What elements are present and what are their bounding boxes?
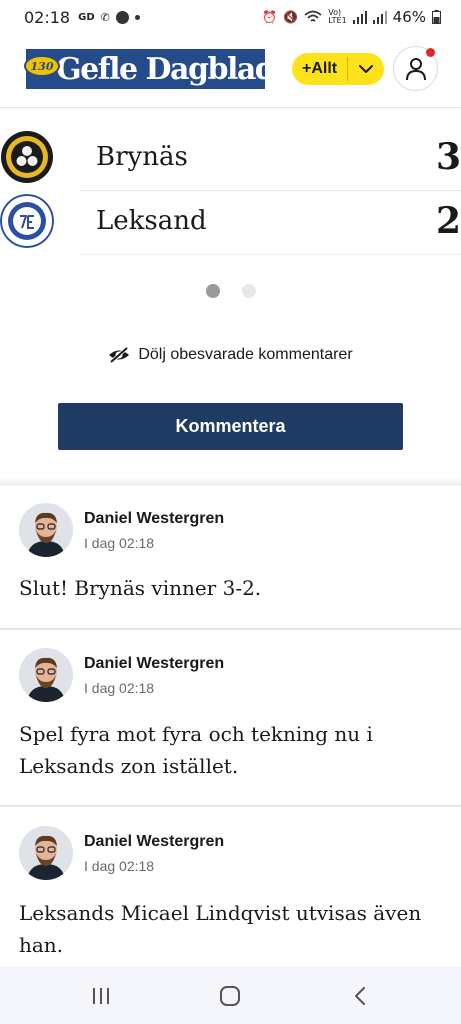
leksand-logo	[0, 194, 54, 248]
mute-icon: 🔇	[283, 10, 299, 24]
comment-item: Daniel Westergren I dag 02:18 Slut! Bryn…	[0, 486, 461, 630]
scoreboard-bottom-divider	[80, 254, 461, 255]
author-avatar-image	[19, 648, 73, 702]
alarm-icon: ⏰	[262, 10, 278, 24]
comment-item: Daniel Westergren I dag 02:18 Leksands M…	[0, 807, 461, 967]
away-team-score: 2	[436, 200, 461, 242]
recent-apps-icon	[93, 988, 109, 1004]
site-header: 130 Gefle Dagblad +Allt	[0, 34, 461, 108]
back-button[interactable]	[347, 984, 373, 1008]
status-bar: 02:18 GD ✆ ⏰ 🔇 Vo) LTE1 46%	[0, 0, 461, 34]
comment-text: Spel fyra mot fyra och tekning nu i Leks…	[19, 722, 373, 778]
recent-apps-button[interactable]	[88, 984, 114, 1008]
profile-button[interactable]	[393, 46, 438, 91]
missed-call-icon: ✆	[100, 10, 110, 24]
pager-dot-1[interactable]	[205, 284, 220, 298]
scoreboard-pager	[0, 284, 461, 298]
comment-text: Leksands Micael Lindqvist utvisas även h…	[19, 901, 422, 957]
hide-unanswered-toggle[interactable]: Dölj obesvarade kommentarer	[0, 346, 461, 364]
notification-dot	[426, 48, 435, 57]
messenger-icon	[115, 10, 129, 24]
anniversary-badge: 130	[24, 55, 60, 77]
home-team-name: Brynäs	[96, 142, 188, 172]
allt-label: +Allt	[302, 60, 338, 77]
volte-icon: Vo) LTE1	[328, 8, 347, 25]
gd-icon: GD	[78, 11, 95, 23]
scoreboard-row-home: Brynäs 3	[0, 126, 461, 190]
comment-time: I dag 02:18	[84, 535, 155, 551]
avatar	[19, 826, 73, 880]
signal-icon-2	[372, 10, 387, 24]
home-team-score: 3	[436, 136, 461, 178]
status-notification-icons: GD ✆	[78, 10, 140, 24]
dot-icon	[134, 14, 140, 20]
signal-icon	[352, 10, 367, 24]
status-system-icons: ⏰ 🔇 Vo) LTE1 46%	[262, 8, 441, 26]
author-avatar-image	[19, 826, 73, 880]
comment-author: Daniel Westergren	[84, 655, 225, 672]
home-icon	[220, 986, 240, 1006]
back-icon	[355, 987, 365, 1005]
comment-text: Slut! Brynäs vinner 3-2.	[19, 576, 262, 600]
user-icon	[405, 57, 426, 80]
comment-author: Daniel Westergren	[84, 510, 225, 527]
brynas-logo	[1, 131, 53, 183]
avatar	[19, 648, 73, 702]
hide-unanswered-label: Dölj obesvarade kommentarer	[138, 346, 353, 363]
eye-off-icon	[109, 346, 130, 364]
section-divider	[0, 476, 461, 486]
comment-author: Daniel Westergren	[84, 833, 225, 850]
gefle-dagblad-logo[interactable]: 130 Gefle Dagblad	[24, 49, 276, 89]
allt-menu-button[interactable]: +Allt	[292, 53, 384, 85]
author-avatar-image	[19, 503, 73, 557]
logo-text: Gefle Dagblad	[56, 51, 276, 87]
comment-item: Daniel Westergren I dag 02:18 Spel fyra …	[0, 630, 461, 807]
system-navigation-bar	[0, 966, 461, 1024]
home-button[interactable]	[217, 984, 243, 1008]
away-team-name: Leksand	[96, 206, 207, 236]
avatar	[19, 503, 73, 557]
battery-percentage: 46%	[392, 8, 426, 26]
scoreboard-row-away: Leksand 2	[0, 190, 461, 254]
chevron-down-icon	[359, 65, 373, 73]
battery-icon	[432, 10, 441, 24]
comment-time: I dag 02:18	[84, 680, 155, 696]
kommentera-button[interactable]: Kommentera	[58, 403, 403, 450]
comment-time: I dag 02:18	[84, 858, 155, 874]
wifi-icon	[304, 10, 322, 22]
allt-divider	[347, 57, 348, 81]
status-time: 02:18	[24, 7, 71, 27]
pager-dot-2[interactable]	[241, 284, 256, 298]
